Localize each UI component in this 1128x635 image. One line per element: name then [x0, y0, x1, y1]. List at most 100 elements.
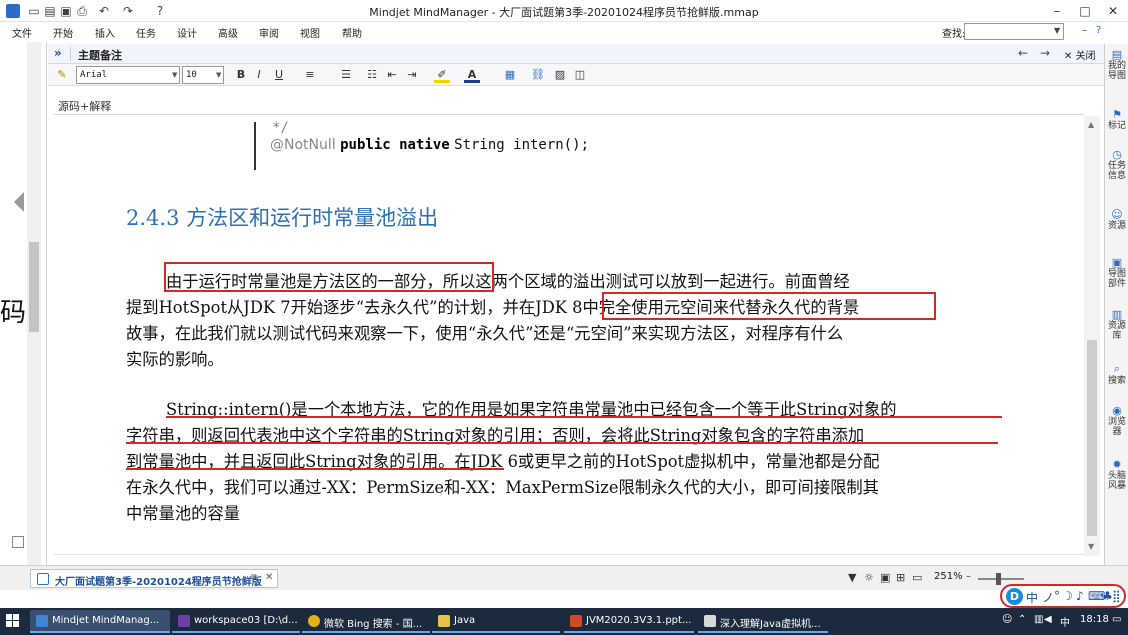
ribbon-help-icon[interactable]: ?: [1096, 25, 1101, 36]
ime-logo-icon[interactable]: D: [1006, 588, 1023, 605]
sidebar-item-browser[interactable]: ◉ 浏览器: [1107, 404, 1127, 437]
ime-dot-icon[interactable]: °: [1054, 589, 1060, 603]
sidebar-item-map-parts[interactable]: ▣ 导图部件: [1107, 256, 1127, 289]
close-button[interactable]: ✕: [1098, 0, 1128, 22]
tray-volume-icon[interactable]: ◀: [1044, 614, 1052, 625]
sidebar-label: 导图部件: [1107, 269, 1126, 289]
zoom-slider[interactable]: [978, 578, 1024, 580]
bullet-list-icon[interactable]: ☷: [364, 67, 380, 83]
annotation-underline-3: [126, 468, 504, 470]
tray-chevron-icon[interactable]: ⌃: [1018, 614, 1026, 625]
notes-subject[interactable]: 源码+解释: [58, 98, 111, 114]
taskbar-label: JVM2020.3V3.1.ppt...: [586, 615, 692, 626]
menu-review[interactable]: 审阅: [259, 25, 279, 40]
map-corner-icon[interactable]: [12, 536, 24, 548]
clock[interactable]: 18:18: [1080, 614, 1109, 625]
font-name-select[interactable]: Arial: [76, 66, 180, 84]
start-icon[interactable]: [6, 614, 20, 628]
code-annotation: @NotNull: [270, 137, 336, 153]
ime-skin-icon[interactable]: ☽: [1062, 589, 1073, 603]
sidebar-item-my-maps[interactable]: ▤ 我的导图: [1107, 48, 1127, 81]
notes-close-button[interactable]: ✕ 关闭: [1064, 47, 1096, 62]
font-color-icon[interactable]: A: [464, 67, 480, 83]
highlight-icon[interactable]: ✐: [434, 67, 450, 83]
mindmanager-icon: [36, 615, 48, 627]
numbered-list-icon[interactable]: ☰: [338, 67, 354, 83]
menu-view[interactable]: 视图: [300, 25, 320, 40]
scroll-up-icon[interactable]: ▲: [1088, 120, 1094, 129]
menu-help[interactable]: 帮助: [342, 25, 362, 40]
menu-advanced[interactable]: 高级: [218, 25, 238, 40]
align-icon[interactable]: ≡: [302, 67, 318, 83]
ime-menu-icon[interactable]: ⣿: [1112, 589, 1121, 603]
ime-language-toggle[interactable]: 中: [1026, 589, 1038, 606]
tray-network-icon[interactable]: ▥: [1034, 614, 1043, 625]
document-tab[interactable]: 大厂面试题第3季-20201024程序员节抢鲜版 ⧉ ✕: [30, 569, 278, 588]
menu-home[interactable]: 开始: [53, 25, 73, 40]
next-topic-icon[interactable]: →: [1040, 46, 1050, 60]
zoom-out-icon[interactable]: –: [966, 571, 971, 582]
sidebar-item-task-info[interactable]: ◷ 任务信息: [1107, 148, 1127, 181]
taskbar-item-mindmanager[interactable]: Mindjet MindManag...: [30, 610, 170, 633]
font-size-dropdown-icon[interactable]: ▼: [216, 71, 221, 79]
taskbar-item-reader[interactable]: 深入理解Java虚拟机...: [698, 610, 828, 633]
sidebar-item-search[interactable]: ⌕ 搜索: [1107, 362, 1127, 386]
tray-ime-indicator[interactable]: 中: [1060, 614, 1070, 629]
maximize-button[interactable]: □: [1070, 0, 1100, 22]
taskbar-item-browser[interactable]: 微软 Bing 搜索 - 国...: [302, 610, 430, 633]
ime-toolbar[interactable]: D 中 ノ ° ☽ ♪ ⌨ ♣ ⣿: [1000, 584, 1126, 608]
previous-topic-icon[interactable]: ←: [1018, 46, 1028, 60]
notes-document[interactable]: 源码+解释 */ @NotNull public native String i…: [48, 90, 1104, 565]
taskbar-item-workspace[interactable]: workspace03 [D:\d...: [172, 610, 300, 633]
menu-design[interactable]: 设计: [177, 25, 197, 40]
tray-user-icon[interactable]: ☺: [1002, 614, 1012, 625]
mindmap-panel[interactable]: 码: [0, 42, 47, 565]
find-dropdown-icon[interactable]: ▼: [1054, 26, 1060, 35]
map-scroll-thumb[interactable]: [29, 242, 39, 332]
ime-voice-icon[interactable]: ♪: [1076, 589, 1084, 603]
document-scroll-thumb[interactable]: [1087, 340, 1097, 536]
format-painter-icon[interactable]: ✎: [54, 67, 70, 83]
document-icon: [704, 615, 716, 627]
sidebar-item-library[interactable]: ▥ 资源库: [1107, 308, 1127, 341]
bold-button[interactable]: B: [234, 67, 248, 83]
notes-close-label: 关闭: [1075, 51, 1096, 62]
filter-icon[interactable]: ▼: [848, 571, 856, 584]
outdent-icon[interactable]: ⇤: [384, 67, 400, 83]
scroll-down-icon[interactable]: ▼: [1088, 542, 1094, 551]
italic-button[interactable]: I: [252, 67, 266, 83]
expand-panel-icon[interactable]: »: [54, 46, 62, 60]
zoom-slider-handle[interactable]: [996, 573, 1001, 585]
sidebar-item-resources[interactable]: ☺ 资源: [1107, 208, 1127, 231]
insert-object-icon[interactable]: ◫: [572, 67, 588, 83]
code-signature: String intern();: [454, 137, 589, 153]
font-name-dropdown-icon[interactable]: ▼: [172, 71, 177, 79]
para1-line3: 故事，在此我们就以测试代码来观察一下，使用“永久代”还是“元空间”来实现方法区，…: [126, 324, 844, 343]
taskbar-item-java-folder[interactable]: Java: [432, 610, 560, 633]
link-icon[interactable]: ⛓: [530, 67, 546, 83]
image-icon[interactable]: ▨: [552, 67, 568, 83]
notes-header: » 主题备注 ← → ✕ 关闭: [48, 44, 1104, 64]
tab-restore-icon[interactable]: ⧉: [251, 573, 257, 583]
ribbon-minimize-button[interactable]: –: [1082, 25, 1087, 36]
status-layout-icon[interactable]: ▭: [912, 571, 922, 584]
sidebar-item-brainstorm[interactable]: ✹ 头脑风暴: [1107, 458, 1127, 491]
tab-close-icon[interactable]: ✕: [265, 572, 273, 583]
menu-insert[interactable]: 插入: [95, 25, 115, 40]
notification-icon[interactable]: ▭: [1112, 614, 1121, 625]
fit-map-icon[interactable]: ⊞: [896, 571, 905, 584]
indent-icon[interactable]: ⇥: [404, 67, 420, 83]
sidebar-item-markers[interactable]: ⚑ 标记: [1107, 108, 1127, 131]
menu-file[interactable]: 文件: [12, 25, 32, 40]
status-map-icon[interactable]: ☼: [864, 571, 874, 584]
collapse-arrow-icon[interactable]: [14, 192, 24, 212]
status-view-icon[interactable]: ▣: [880, 571, 890, 584]
underline-button[interactable]: U: [272, 67, 286, 83]
find-input[interactable]: [964, 23, 1064, 40]
menu-task[interactable]: 任务: [136, 25, 156, 40]
table-icon[interactable]: ▦: [502, 67, 518, 83]
taskbar-item-ppt[interactable]: JVM2020.3V3.1.ppt...: [564, 610, 694, 633]
minimize-button[interactable]: –: [1042, 0, 1072, 22]
ime-punct-icon[interactable]: ノ: [1042, 589, 1054, 606]
find-label: 查找:: [942, 29, 966, 40]
